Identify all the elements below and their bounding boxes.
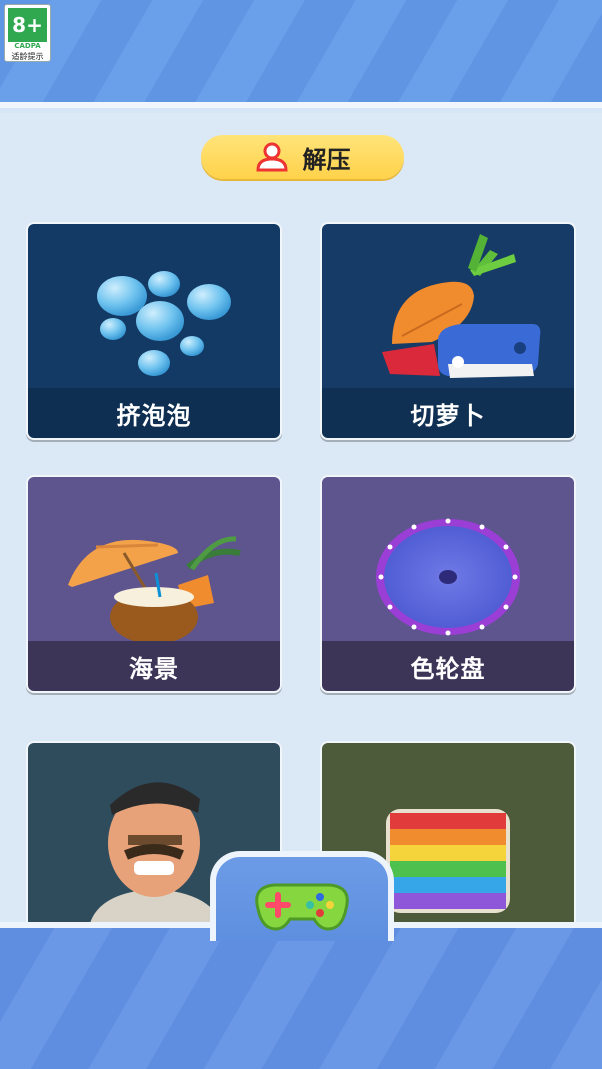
top-header: 8+ CADPA 适龄提示 — [0, 0, 602, 108]
game-card-bubbles[interactable]: 挤泡泡 — [26, 222, 282, 440]
age-rating-badge: 8+ CADPA 适龄提示 — [4, 4, 51, 62]
age-rating-label: 8+ — [8, 8, 47, 42]
nav-tab-games[interactable] — [210, 851, 394, 941]
carrot-knife-icon — [382, 234, 541, 378]
age-rating-org: CADPA — [14, 42, 41, 50]
color-wheel-icon — [376, 518, 520, 636]
bottom-nav-bar — [0, 922, 602, 1069]
game-card-colorwheel[interactable]: 色轮盘 — [320, 475, 576, 693]
age-rating-tip: 适龄提示 — [11, 52, 44, 61]
user-icon — [255, 142, 288, 172]
game-card-seaview[interactable]: 海景 — [26, 475, 282, 693]
bubbles-icon — [97, 271, 231, 376]
section-title: 解压 — [302, 145, 351, 174]
section-header-pill: 解压 — [201, 135, 404, 179]
gamepad-icon — [255, 883, 349, 931]
card-label-colorwheel: 色轮盘 — [322, 641, 574, 691]
card-label-carrot: 切萝卜 — [322, 388, 574, 438]
card-label-bubbles: 挤泡泡 — [28, 388, 280, 438]
game-card-carrot[interactable]: 切萝卜 — [320, 222, 576, 440]
coconut-beach-icon — [68, 536, 241, 644]
card-label-seaview: 海景 — [28, 641, 280, 691]
